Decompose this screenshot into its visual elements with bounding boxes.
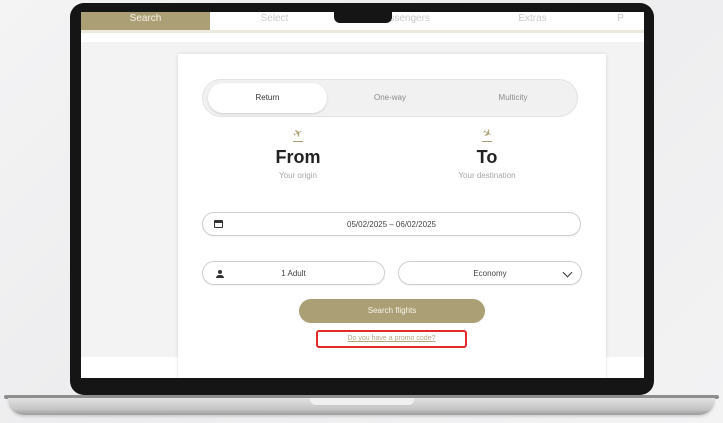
date-range-value: 05/02/2025 – 06/02/2025 xyxy=(347,220,436,229)
search-flights-button[interactable]: Search flights xyxy=(299,299,485,323)
step-extras[interactable]: Extras xyxy=(468,12,597,30)
tab-return[interactable]: Return xyxy=(208,83,327,113)
camera-notch xyxy=(334,10,392,23)
flight-search-card: Return One-way Multicity ✈ From Your ori… xyxy=(178,54,606,378)
date-range-field[interactable]: 05/02/2025 – 06/02/2025 xyxy=(202,212,581,236)
app-screen: Search Select Passengers Extras P Return… xyxy=(81,12,644,378)
origin-selector[interactable]: ✈ From Your origin xyxy=(238,127,358,181)
promo-highlight: Do you have a promo code? xyxy=(316,330,467,348)
laptop-hinge xyxy=(310,398,414,406)
step-select[interactable]: Select xyxy=(210,12,339,30)
destination-selector[interactable]: ✈ To Your destination xyxy=(427,126,547,181)
passenger-value: 1 Adult xyxy=(281,269,306,278)
step-search[interactable]: Search xyxy=(81,12,210,30)
trip-type-tabs: Return One-way Multicity xyxy=(202,79,578,117)
tab-multicity[interactable]: Multicity xyxy=(452,83,574,113)
cabin-class-select[interactable]: Economy xyxy=(398,261,582,285)
promo-code-link[interactable]: Do you have a promo code? xyxy=(318,332,465,346)
origin-subtitle: Your origin xyxy=(279,171,317,180)
steps-underline xyxy=(81,30,644,33)
passenger-selector[interactable]: 1 Adult xyxy=(202,261,385,285)
destination-subtitle: Your destination xyxy=(458,171,516,180)
cabin-class-value: Economy xyxy=(473,269,507,278)
step-payment[interactable]: P xyxy=(597,12,644,30)
